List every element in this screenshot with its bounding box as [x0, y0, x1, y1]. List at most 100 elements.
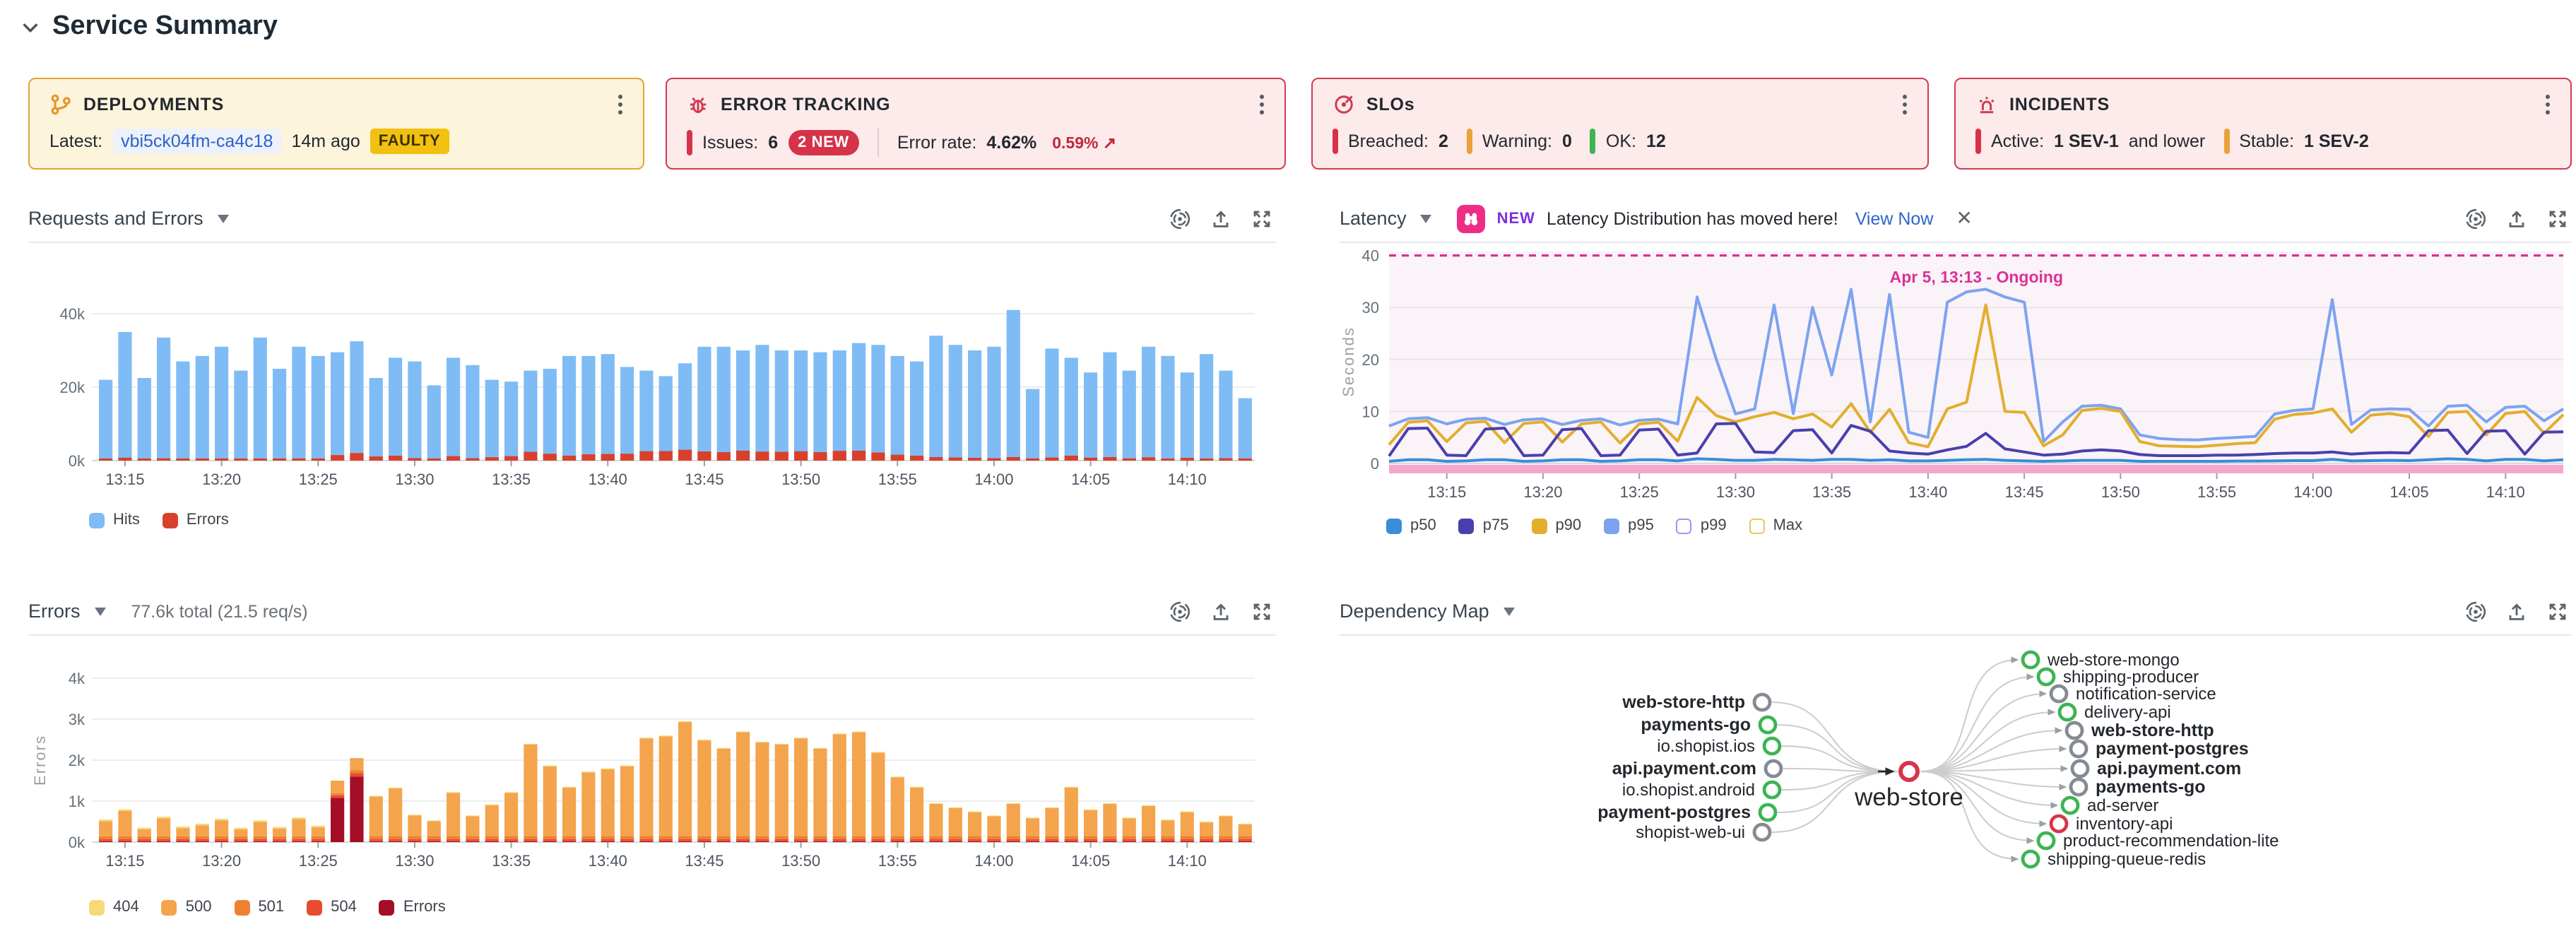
legend-item-Errors[interactable]: Errors — [379, 899, 446, 916]
legend-item-p95[interactable]: p95 — [1604, 517, 1654, 534]
upstream-node-io.shopist.android[interactable] — [1764, 782, 1780, 798]
center-node-label[interactable]: web-store — [1854, 783, 1963, 811]
downstream-label-notification-service[interactable]: notification-service — [2076, 685, 2216, 704]
downstream-label-payments-go[interactable]: payments-go — [2096, 777, 2206, 797]
downstream-label-ad-server[interactable]: ad-server — [2087, 796, 2158, 815]
downstream-node-payments-go[interactable] — [2071, 779, 2086, 795]
legend-item-p75[interactable]: p75 — [1459, 517, 1509, 534]
svg-text:13:50: 13:50 — [781, 471, 820, 488]
legend-label: Max — [1773, 517, 1803, 534]
legend-label: p50 — [1410, 517, 1436, 534]
dropdown-caret-icon[interactable] — [1503, 607, 1515, 615]
downstream-label-shipping-queue-redis[interactable]: shipping-queue-redis — [2048, 850, 2206, 869]
collapse-chevron-icon[interactable] — [20, 16, 41, 37]
upstream-node-payments-go[interactable] — [1760, 717, 1776, 733]
errors-chart[interactable]: 0k1k2k3k4kErrors13:1513:2013:2513:3013:3… — [28, 641, 1276, 890]
legend-item-Errors[interactable]: Errors — [163, 511, 229, 528]
close-icon[interactable]: ✕ — [1956, 206, 1972, 230]
downstream-label-delivery-api[interactable]: delivery-api — [2084, 703, 2171, 722]
error-tracking-card[interactable]: ERROR TRACKING Issues: 6 2 NEW Error rat… — [666, 78, 1286, 170]
upstream-label-io.shopist.android[interactable]: io.shopist.android — [1622, 781, 1755, 800]
downstream-label-payment-postgres[interactable]: payment-postgres — [2096, 739, 2249, 759]
downstream-label-web-store-http[interactable]: web-store-http — [2091, 721, 2214, 740]
slos-card[interactable]: SLOs Breached: 2 Warning: 0 OK: 12 — [1311, 78, 1929, 170]
dependency-map[interactable]: web-store-http payments-go io.shopist.ios a… — [1340, 639, 2572, 927]
upstream-node-api.payment.com[interactable] — [1766, 761, 1781, 776]
downstream-label-shipping-producer[interactable]: shipping-producer — [2063, 668, 2199, 687]
export-icon[interactable] — [1210, 207, 1232, 230]
dropdown-caret-icon[interactable] — [218, 214, 229, 223]
create-monitor-icon[interactable] — [1169, 600, 1191, 622]
legend-item-p99[interactable]: p99 — [1677, 517, 1727, 534]
downstream-label-api.payment.com[interactable]: api.payment.com — [2097, 759, 2241, 779]
create-monitor-icon[interactable] — [1169, 207, 1191, 230]
downstream-label-inventory-api[interactable]: inventory-api — [2076, 815, 2173, 834]
legend-item-404[interactable]: 404 — [89, 899, 139, 916]
upstream-label-io.shopist.ios[interactable]: io.shopist.ios — [1657, 737, 1755, 756]
create-monitor-icon[interactable] — [2464, 600, 2487, 622]
legend-label: p90 — [1555, 517, 1581, 534]
legend-item-p50[interactable]: p50 — [1386, 517, 1436, 534]
downstream-node-shipping-producer[interactable] — [2038, 669, 2054, 685]
legend-item-Hits[interactable]: Hits — [89, 511, 140, 528]
export-icon[interactable] — [2505, 207, 2528, 230]
downstream-node-notification-service[interactable] — [2051, 686, 2067, 702]
fullscreen-icon[interactable] — [2546, 600, 2569, 622]
fullscreen-icon[interactable] — [1251, 600, 1273, 622]
export-icon[interactable] — [1210, 600, 1232, 622]
legend-item-501[interactable]: 501 — [234, 899, 284, 916]
downstream-node-delivery-api[interactable] — [2060, 704, 2075, 720]
kebab-menu-icon[interactable] — [1259, 93, 1265, 116]
active-suffix: and lower — [2129, 131, 2205, 151]
upstream-label-shopist-web-ui[interactable]: shopist-web-ui — [1636, 823, 1745, 842]
downstream-node-web-store-http[interactable] — [2067, 723, 2082, 738]
downstream-node-shipping-queue-redis[interactable] — [2023, 851, 2038, 867]
breached-count: 2 — [1438, 131, 1448, 151]
fullscreen-icon[interactable] — [1251, 207, 1273, 230]
requests-and-errors-chart[interactable]: 40k20k0k13:1513:2013:2513:3013:3513:4013… — [28, 249, 1276, 506]
upstream-node-io.shopist.ios[interactable] — [1764, 738, 1780, 754]
upstream-node-payment-postgres[interactable] — [1760, 805, 1776, 820]
legend-item-504[interactable]: 504 — [307, 899, 357, 916]
dropdown-caret-icon[interactable] — [95, 607, 106, 615]
svg-text:Seconds: Seconds — [1340, 326, 1357, 397]
deployments-card[interactable]: DEPLOYMENTS Latest: vbi5ck04fm-ca4c18 14… — [28, 78, 644, 170]
downstream-node-ad-server[interactable] — [2062, 798, 2078, 813]
upstream-label-payments-go[interactable]: payments-go — [1641, 715, 1751, 735]
svg-text:13:35: 13:35 — [492, 471, 531, 488]
deployment-version-link[interactable]: vbi5ck04fm-ca4c18 — [112, 129, 281, 154]
export-icon[interactable] — [2505, 600, 2528, 622]
legend-item-500[interactable]: 500 — [162, 899, 212, 916]
legend-swatch — [379, 899, 395, 915]
legend-item-Max[interactable]: Max — [1749, 517, 1803, 534]
upstream-label-web-store-http[interactable]: web-store-http — [1621, 692, 1745, 712]
kebab-menu-icon[interactable] — [2545, 93, 2551, 116]
svg-text:13:40: 13:40 — [1908, 483, 1947, 501]
faulty-badge: FAULTY — [370, 129, 449, 154]
latency-chart[interactable]: 010203040Apr 5, 13:13 - OngoingSeconds13… — [1340, 249, 2572, 511]
upstream-node-web-store-http[interactable] — [1754, 694, 1770, 710]
kebab-menu-icon[interactable] — [618, 93, 623, 116]
downstream-node-inventory-api[interactable] — [2051, 816, 2067, 832]
binoculars-icon[interactable] — [1458, 204, 1486, 232]
upstream-label-api.payment.com[interactable]: api.payment.com — [1612, 759, 1756, 779]
ongoing-incident-annotation[interactable]: Apr 5, 13:13 - Ongoing — [1890, 268, 2063, 286]
view-now-link[interactable]: View Now — [1855, 208, 1934, 228]
downstream-node-payment-postgres[interactable] — [2071, 741, 2086, 757]
create-monitor-icon[interactable] — [2464, 207, 2487, 230]
downstream-label-product-recommendation-lite[interactable]: product-recommendation-lite — [2063, 832, 2279, 851]
legend-item-p90[interactable]: p90 — [1531, 517, 1581, 534]
downstream-node-web-store-mongo[interactable] — [2023, 652, 2038, 668]
downstream-label-web-store-mongo[interactable]: web-store-mongo — [2047, 651, 2180, 670]
fullscreen-icon[interactable] — [2546, 207, 2569, 230]
kebab-menu-icon[interactable] — [1902, 93, 1908, 116]
center-node-web-store[interactable] — [1901, 763, 1918, 780]
banner-message: Latency Distribution has moved here! — [1547, 208, 1838, 228]
upstream-label-payment-postgres[interactable]: payment-postgres — [1597, 803, 1751, 822]
legend-label: Errors — [403, 899, 446, 916]
dropdown-caret-icon[interactable] — [1421, 214, 1432, 223]
downstream-node-api.payment.com[interactable] — [2072, 761, 2088, 776]
upstream-node-shopist-web-ui[interactable] — [1754, 824, 1770, 840]
downstream-node-product-recommendation-lite[interactable] — [2038, 833, 2054, 848]
incidents-card[interactable]: INCIDENTS Active: 1 SEV-1 and lower Stab… — [1954, 78, 2572, 170]
